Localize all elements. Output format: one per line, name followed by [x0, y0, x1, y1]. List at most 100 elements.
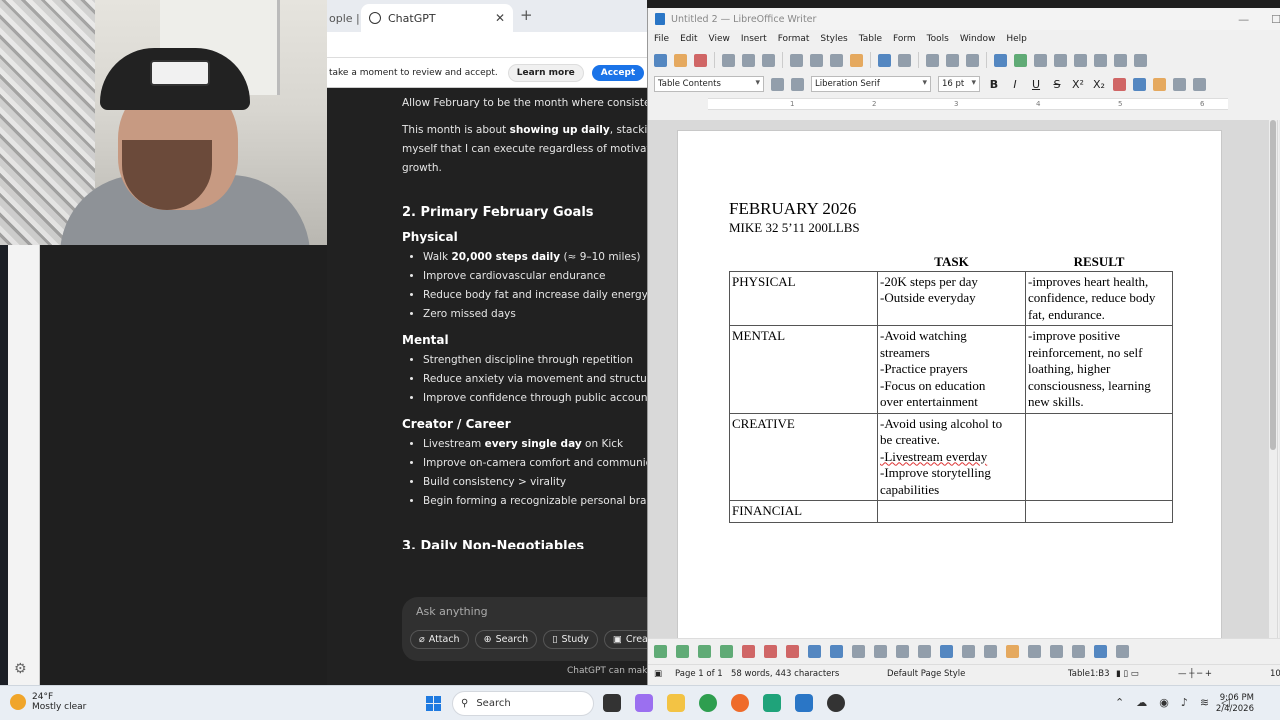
insert-image-icon[interactable]	[1014, 53, 1027, 67]
paragraph-style-select[interactable]: Table Contents	[654, 76, 764, 92]
create-image-button[interactable]: ▣Create ima	[603, 630, 647, 649]
insert-rows-below-icon[interactable]	[676, 645, 689, 658]
center-vertically-icon[interactable]	[962, 645, 975, 658]
taskbar-search[interactable]: ⚲ Search	[452, 691, 594, 716]
category-cell[interactable]: MENTAL	[729, 325, 878, 414]
hyperlink-icon[interactable]	[1134, 53, 1147, 67]
redo-icon[interactable]	[898, 53, 911, 67]
cloud-icon[interactable]: ☁	[1136, 696, 1147, 709]
task-cell[interactable]	[877, 500, 1026, 523]
goals-table[interactable]: TASK RESULT PHYSICAL -20K steps per day …	[729, 254, 1173, 523]
open-icon[interactable]	[674, 53, 687, 67]
spelling-icon[interactable]	[946, 53, 959, 67]
align-bottom-icon[interactable]	[984, 645, 997, 658]
start-button[interactable]	[426, 696, 441, 711]
menu-edit[interactable]: Edit	[680, 34, 697, 44]
task-cell[interactable]: -20K steps per day -Outside everyday	[877, 270, 1026, 326]
align-center-icon[interactable]	[1193, 77, 1206, 91]
vertical-scrollbar[interactable]	[1269, 120, 1277, 638]
address-bar[interactable]	[327, 32, 647, 58]
delete-rows-icon[interactable]	[742, 645, 755, 658]
export-pdf-icon[interactable]	[722, 53, 735, 67]
delete-columns-icon[interactable]	[764, 645, 777, 658]
align-top-icon[interactable]	[940, 645, 953, 658]
horizontal-ruler[interactable]: 1 2 3 4 5 6	[708, 98, 1228, 110]
task-cell[interactable]: -Avoid watching streamers -Practice pray…	[877, 325, 1026, 414]
clear-formatting-icon[interactable]	[1113, 77, 1126, 91]
special-character-icon[interactable]	[1114, 53, 1127, 67]
obs-icon[interactable]	[827, 694, 845, 712]
autoformat-icon[interactable]	[1028, 645, 1041, 658]
composer-placeholder[interactable]: Ask anything	[416, 605, 488, 618]
split-cells-icon[interactable]	[874, 645, 887, 658]
word-count[interactable]: 58 words, 443 characters	[731, 669, 839, 679]
libreoffice-writer-icon[interactable]	[795, 694, 813, 712]
firefox-icon[interactable]	[731, 694, 749, 712]
view-layout-icons[interactable]: ▮ ▯ ▭	[1116, 669, 1139, 679]
tab-previous[interactable]: ople |	[327, 4, 363, 32]
category-cell[interactable]: FINANCIAL	[729, 500, 878, 523]
attach-button[interactable]: ⌀ Attach	[410, 630, 469, 649]
superscript-icon[interactable]: X²	[1071, 78, 1085, 91]
undo-icon[interactable]	[878, 53, 891, 67]
delete-table-icon[interactable]	[786, 645, 799, 658]
learn-more-button[interactable]: Learn more	[507, 63, 584, 82]
accept-button[interactable]: Accept	[591, 64, 645, 81]
update-style-icon[interactable]	[771, 77, 784, 91]
scrollbar-thumb[interactable]	[1270, 120, 1276, 450]
insert-field-icon[interactable]	[1094, 53, 1107, 67]
insert-columns-before-icon[interactable]	[698, 645, 711, 658]
result-cell[interactable]	[1025, 500, 1173, 523]
formatting-marks-icon[interactable]	[966, 53, 979, 67]
menu-view[interactable]: View	[709, 34, 730, 44]
tab-chatgpt[interactable]: ChatGPT ✕	[361, 4, 513, 32]
study-button[interactable]: ▯ Study	[543, 630, 598, 649]
gear-icon[interactable]: ⚙	[14, 661, 27, 677]
copy-icon[interactable]	[810, 53, 823, 67]
menu-tools[interactable]: Tools	[927, 34, 949, 44]
menu-insert[interactable]: Insert	[741, 34, 767, 44]
new-style-icon[interactable]	[791, 77, 804, 91]
paste-icon[interactable]	[830, 53, 843, 67]
highlight-color-icon[interactable]	[1153, 77, 1166, 91]
bold-icon[interactable]: B	[987, 78, 1001, 91]
edge-icon[interactable]	[763, 694, 781, 712]
zoom-level[interactable]: 100	[1270, 669, 1280, 679]
result-cell[interactable]	[1025, 412, 1173, 501]
chat-composer[interactable]: Ask anything ⌀ Attach ⊕ Search ▯ Study ▣ Cre…	[402, 597, 647, 661]
menu-file[interactable]: File	[654, 34, 669, 44]
menu-help[interactable]: Help	[1006, 34, 1027, 44]
insert-table-icon[interactable]	[994, 53, 1007, 67]
menu-form[interactable]: Form	[893, 34, 916, 44]
location-icon[interactable]: ◉	[1159, 696, 1169, 709]
underline-icon[interactable]: U	[1029, 78, 1043, 91]
optimize-size-icon[interactable]	[918, 645, 931, 658]
page-count[interactable]: Page 1 of 1	[675, 669, 723, 679]
category-cell[interactable]: CREATIVE	[729, 412, 878, 501]
find-replace-icon[interactable]	[926, 53, 939, 67]
align-left-icon[interactable]	[1173, 77, 1186, 91]
border-color-icon[interactable]	[1094, 645, 1107, 658]
weather-widget[interactable]: 24°F Mostly clear	[10, 692, 86, 712]
italic-icon[interactable]: I	[1008, 78, 1022, 91]
merge-cells-icon[interactable]	[852, 645, 865, 658]
print-icon[interactable]	[742, 53, 755, 67]
font-color-icon[interactable]	[1133, 77, 1146, 91]
menu-styles[interactable]: Styles	[820, 34, 847, 44]
clock[interactable]: 9:06 PM 2/4/2026	[1212, 693, 1254, 715]
file-explorer-icon[interactable]	[667, 694, 685, 712]
strikethrough-icon[interactable]: S	[1050, 78, 1064, 91]
maximize-icon[interactable]: ☐	[1271, 13, 1280, 26]
font-size-select[interactable]: 16 pt	[938, 76, 980, 92]
page-break-icon[interactable]	[1074, 53, 1087, 67]
wifi-icon[interactable]: ≋	[1200, 696, 1209, 709]
insert-textbox-icon[interactable]	[1054, 53, 1067, 67]
insert-columns-after-icon[interactable]	[720, 645, 733, 658]
subscript-icon[interactable]: X₂	[1092, 78, 1106, 91]
copilot-icon[interactable]	[635, 694, 653, 712]
clone-formatting-icon[interactable]	[850, 53, 863, 67]
borders-icon[interactable]	[1050, 645, 1063, 658]
new-tab-icon[interactable]: +	[520, 6, 533, 24]
close-tab-icon[interactable]: ✕	[495, 11, 505, 25]
document-page[interactable]: FEBRUARY 2026 MIKE 32 5’11 200LLBS TASK …	[677, 130, 1222, 638]
